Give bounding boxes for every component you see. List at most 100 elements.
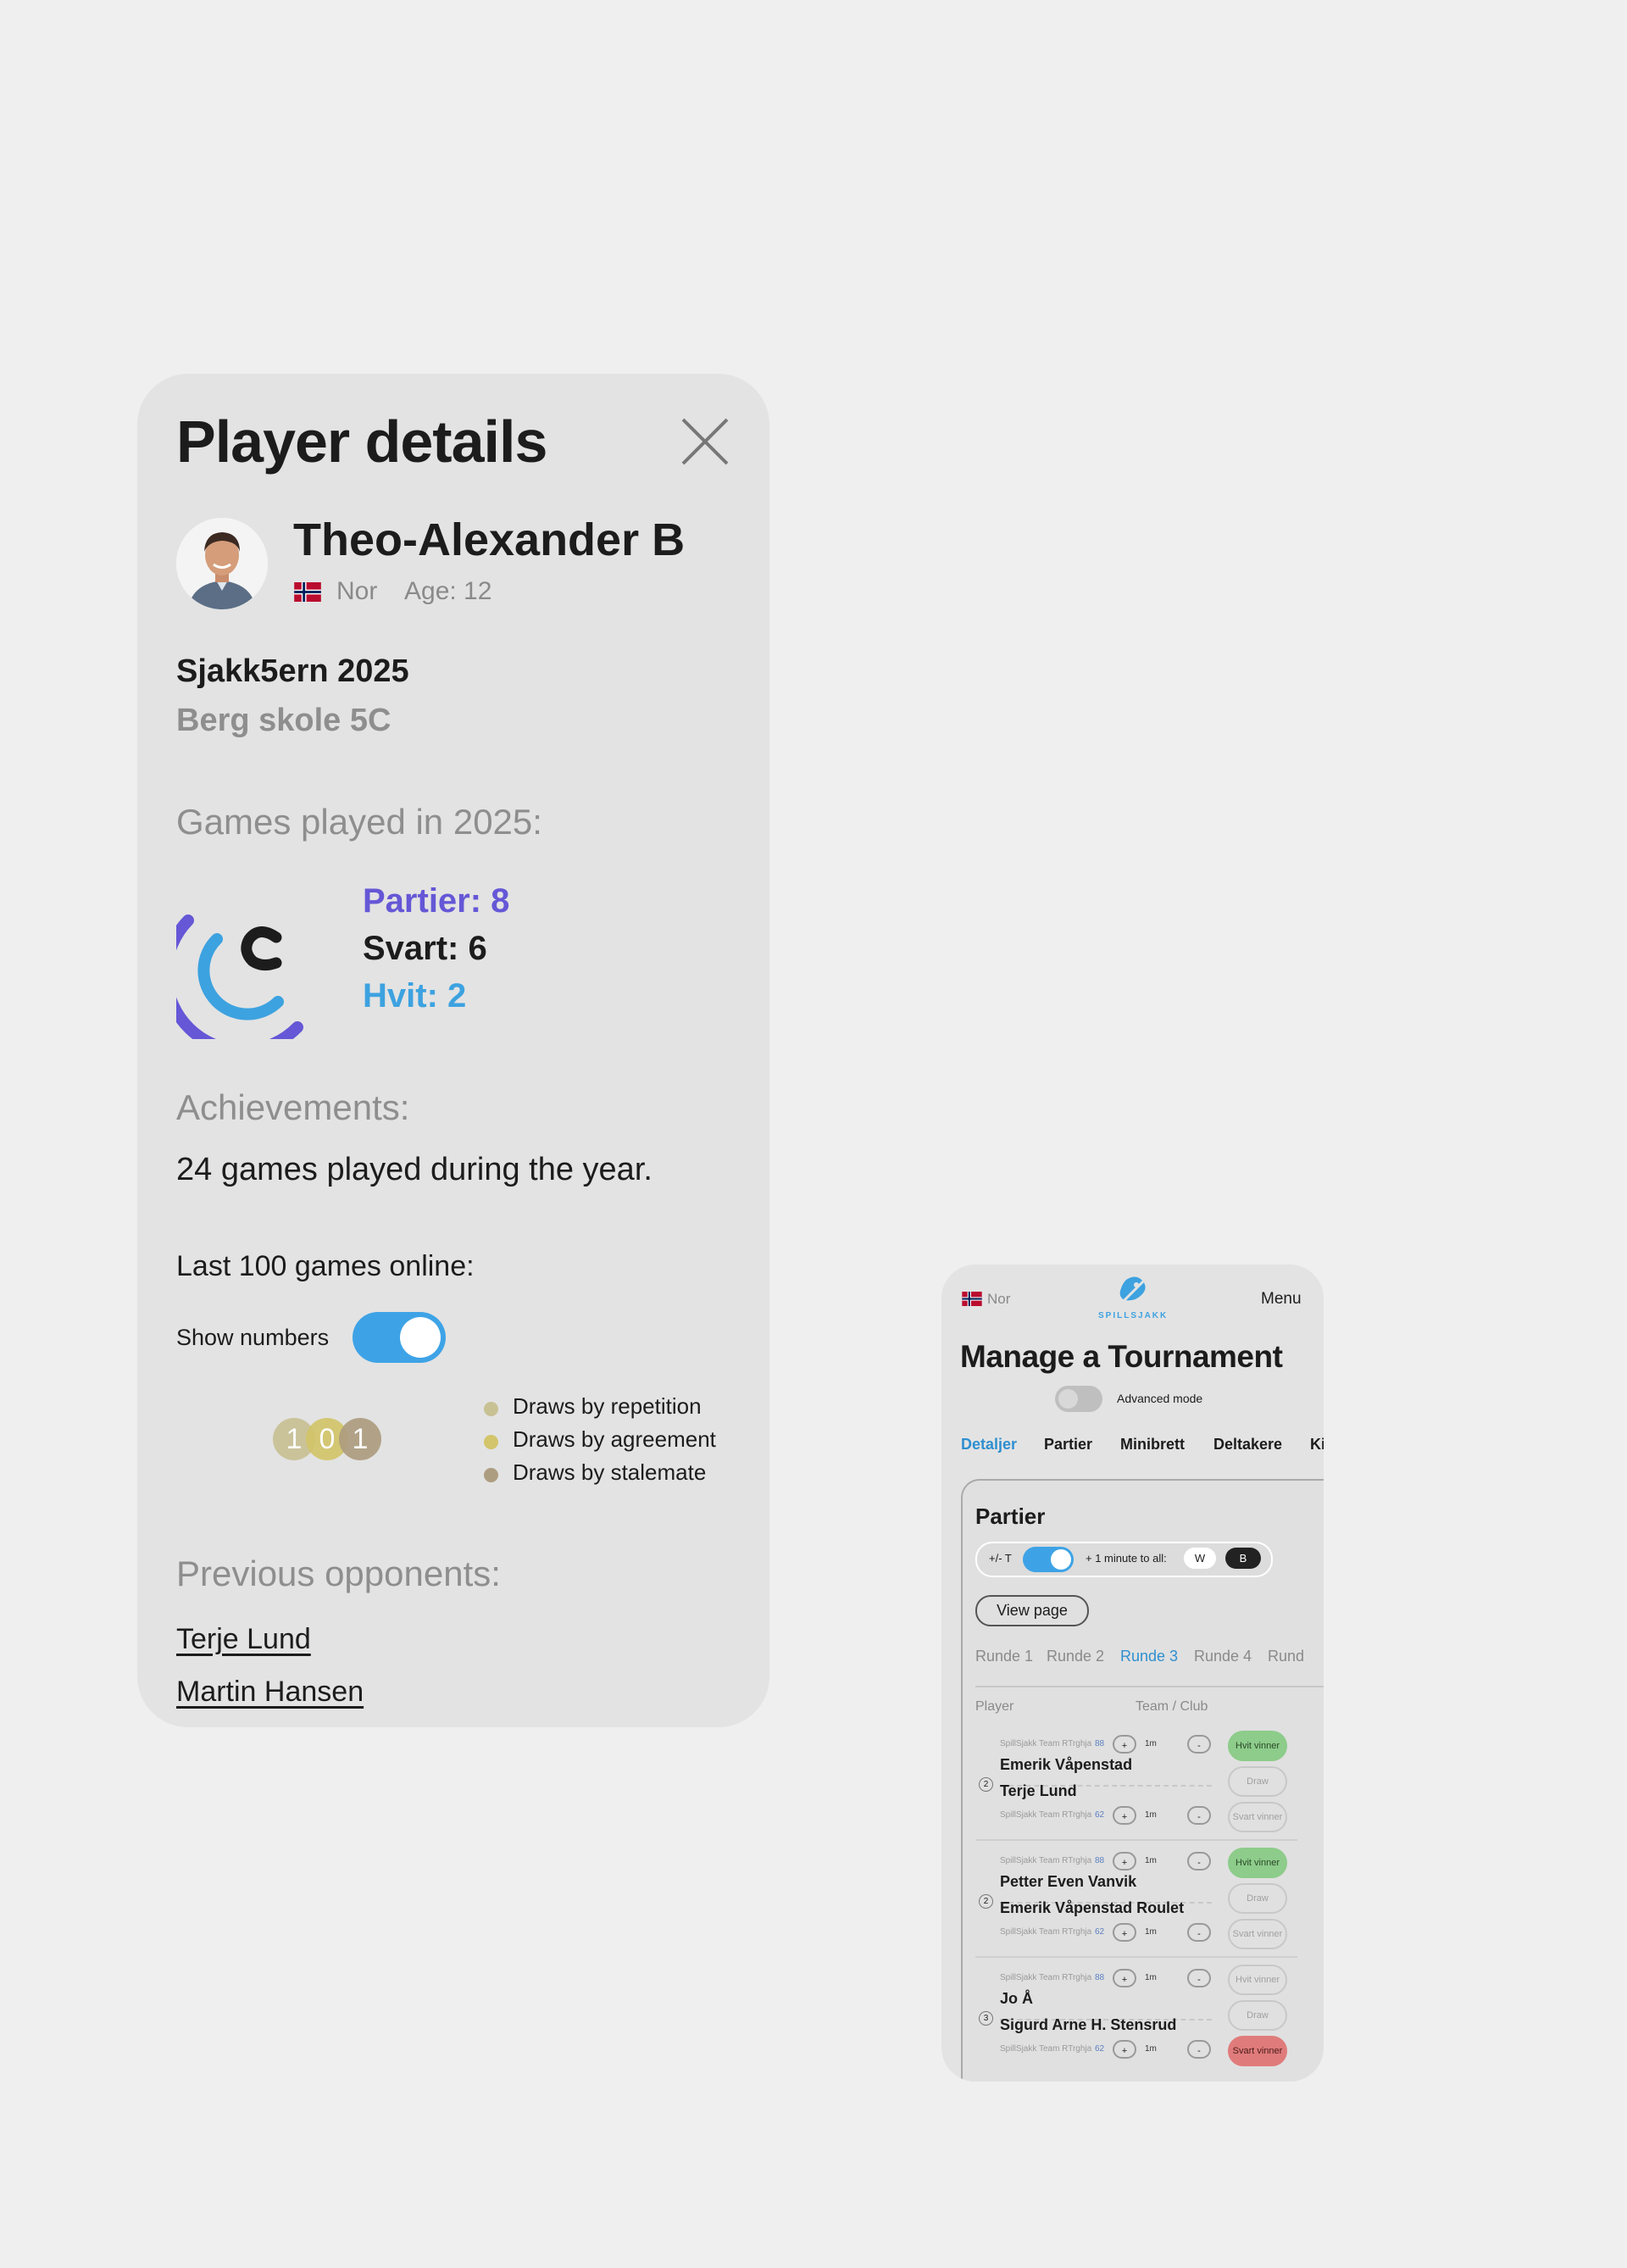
time-toggle[interactable] [1023,1547,1074,1572]
draw-button[interactable]: Draw [1228,2000,1287,2031]
subtract-time-button[interactable]: - [1187,1969,1211,1987]
black-player-name: Terje Lund [1000,1782,1077,1799]
legend-agreement: Draws by agreement [513,1426,716,1452]
subtract-time-button[interactable]: - [1187,1735,1211,1754]
white-team: SpillSjakk Team RTrghja [1000,1973,1092,1982]
player-details-card: Player details Theo-Alexander B Nor Age:… [137,374,769,1727]
white-wins-button[interactable]: Hvit vinner [1228,1848,1287,1878]
round-tab-5[interactable]: Rund [1268,1648,1304,1665]
black-wins-button[interactable]: Svart vinner [1228,1802,1287,1832]
chess-logo-icon [176,914,303,1039]
white-rating: 88 [1095,1856,1105,1865]
subtract-time-button[interactable]: - [1187,1923,1211,1942]
advanced-mode-label: Advanced mode [1117,1392,1203,1405]
add-time-button[interactable]: + [1113,1735,1136,1754]
one-minute-label: 1m [1145,1810,1157,1820]
round-tab-4[interactable]: Runde 4 [1194,1648,1252,1665]
black-team: SpillSjakk Team RTrghja [1000,2044,1092,2054]
black-team: SpillSjakk Team RTrghja [1000,1927,1092,1937]
opponent-link[interactable]: Terje Lund [176,1623,311,1656]
stat-hvit: Hvit: 2 [363,977,467,1014]
manage-tournament-phone: Nor SPILLSJAKK Menu Manage a Tournament … [941,1265,1324,2082]
add-time-button[interactable]: + [1113,2040,1136,2059]
one-minute-label: 1m [1145,1927,1157,1937]
black-team: SpillSjakk Team RTrghja [1000,1810,1092,1820]
add-time-button[interactable]: + [1113,1806,1136,1825]
tab-more[interactable]: Ki [1310,1436,1324,1454]
toggle-knob [1058,1389,1078,1409]
achievements-text: 24 games played during the year. [176,1152,652,1187]
subtract-time-button[interactable]: - [1187,1852,1211,1871]
legend-stalemate: Draws by stalemate [513,1459,707,1485]
one-minute-label: 1m [1145,1856,1157,1865]
stat-partier: Partier: 8 [363,882,510,920]
advanced-mode-toggle[interactable] [1055,1386,1102,1412]
legend-dot-agreement [484,1435,498,1449]
subtract-time-button[interactable]: - [1187,2040,1211,2059]
card-title: Player details [176,409,547,475]
stat-svart: Svart: 6 [363,930,487,967]
black-rating: 62 [1095,2044,1105,2054]
menu-button[interactable]: Menu [1261,1290,1302,1309]
white-wins-button[interactable]: Hvit vinner [1228,1965,1287,1995]
show-numbers-label: Show numbers [176,1325,330,1350]
spillsjakk-logo-icon[interactable] [1114,1275,1152,1309]
divider [975,1956,1297,1958]
achievements-heading: Achievements: [176,1087,410,1127]
toggle-knob [1051,1549,1071,1570]
add-time-button[interactable]: + [1113,1923,1136,1942]
white-wins-button[interactable]: Hvit vinner [1228,1731,1287,1761]
phone-country: Nor [987,1291,1011,1307]
black-player-name: Sigurd Arne H. Stensrud [1000,2016,1177,2033]
white-team: SpillSjakk Team RTrghja [1000,1739,1092,1748]
legend-dot-stalemate [484,1468,498,1482]
match-row: SpillSjakk Team RTrghja 88 + 1m - Emerik… [975,1731,1297,1848]
round-tab-3[interactable]: Runde 3 [1120,1648,1178,1665]
school-name: Berg skole 5C [176,703,391,738]
draw-button[interactable]: Draw [1228,1766,1287,1797]
black-rating: 62 [1095,1810,1105,1820]
panel-title: Partier [975,1504,1046,1529]
legend-dot-repetition [484,1402,498,1416]
board-number: 2 [979,1894,993,1909]
legend-repetition: Draws by repetition [513,1393,702,1419]
view-page-button[interactable]: View page [975,1595,1089,1626]
opponent-link[interactable]: Martin Hansen [176,1676,364,1709]
black-rating: 62 [1095,1927,1105,1937]
black-wins-button[interactable]: Svart vinner [1228,1919,1287,1949]
draw-count-stalemate: 1 [339,1418,381,1460]
games-heading: Games played in 2025: [176,802,542,842]
white-team: SpillSjakk Team RTrghja [1000,1856,1092,1865]
phone-brand: SPILLSJAKK [1098,1311,1169,1320]
column-header-player: Player [975,1699,1014,1714]
player-age: Age: 12 [404,577,492,605]
tab-deltakere[interactable]: Deltakere [1213,1436,1282,1454]
tab-partier[interactable]: Partier [1044,1436,1092,1454]
white-player-name: Emerik Våpenstad [1000,1756,1133,1773]
divider [975,1839,1297,1841]
divider [975,1686,1324,1687]
board-number: 2 [979,1777,993,1792]
page-title: Manage a Tournament [960,1339,1283,1374]
white-player-name: Petter Even Vanvik [1000,1873,1137,1890]
norway-flag-icon [962,1292,982,1306]
plus-minus-label: +/- T [989,1552,1012,1565]
add-time-button[interactable]: + [1113,1969,1136,1987]
black-wins-button[interactable]: Svart vinner [1228,2036,1287,2066]
draw-button[interactable]: Draw [1228,1883,1287,1914]
tab-minibrett[interactable]: Minibrett [1120,1436,1185,1454]
white-button[interactable]: W [1184,1548,1216,1569]
subtract-time-button[interactable]: - [1187,1806,1211,1825]
close-icon[interactable] [680,416,730,467]
round-tab-1[interactable]: Runde 1 [975,1648,1033,1665]
black-button[interactable]: B [1225,1548,1261,1569]
black-player-name: Emerik Våpenstad Roulet [1000,1899,1185,1916]
plus-minute-label: + 1 minute to all: [1086,1552,1167,1565]
match-row: SpillSjakk Team RTrghja 88 + 1m - Jo Å 3… [975,1965,1297,2082]
tab-detaljer[interactable]: Detaljer [961,1436,1017,1454]
last-100-label: Last 100 games online: [176,1250,475,1282]
round-tab-2[interactable]: Runde 2 [1047,1648,1104,1665]
show-numbers-toggle[interactable] [353,1312,446,1363]
player-country: Nor [336,577,378,605]
add-time-button[interactable]: + [1113,1852,1136,1871]
